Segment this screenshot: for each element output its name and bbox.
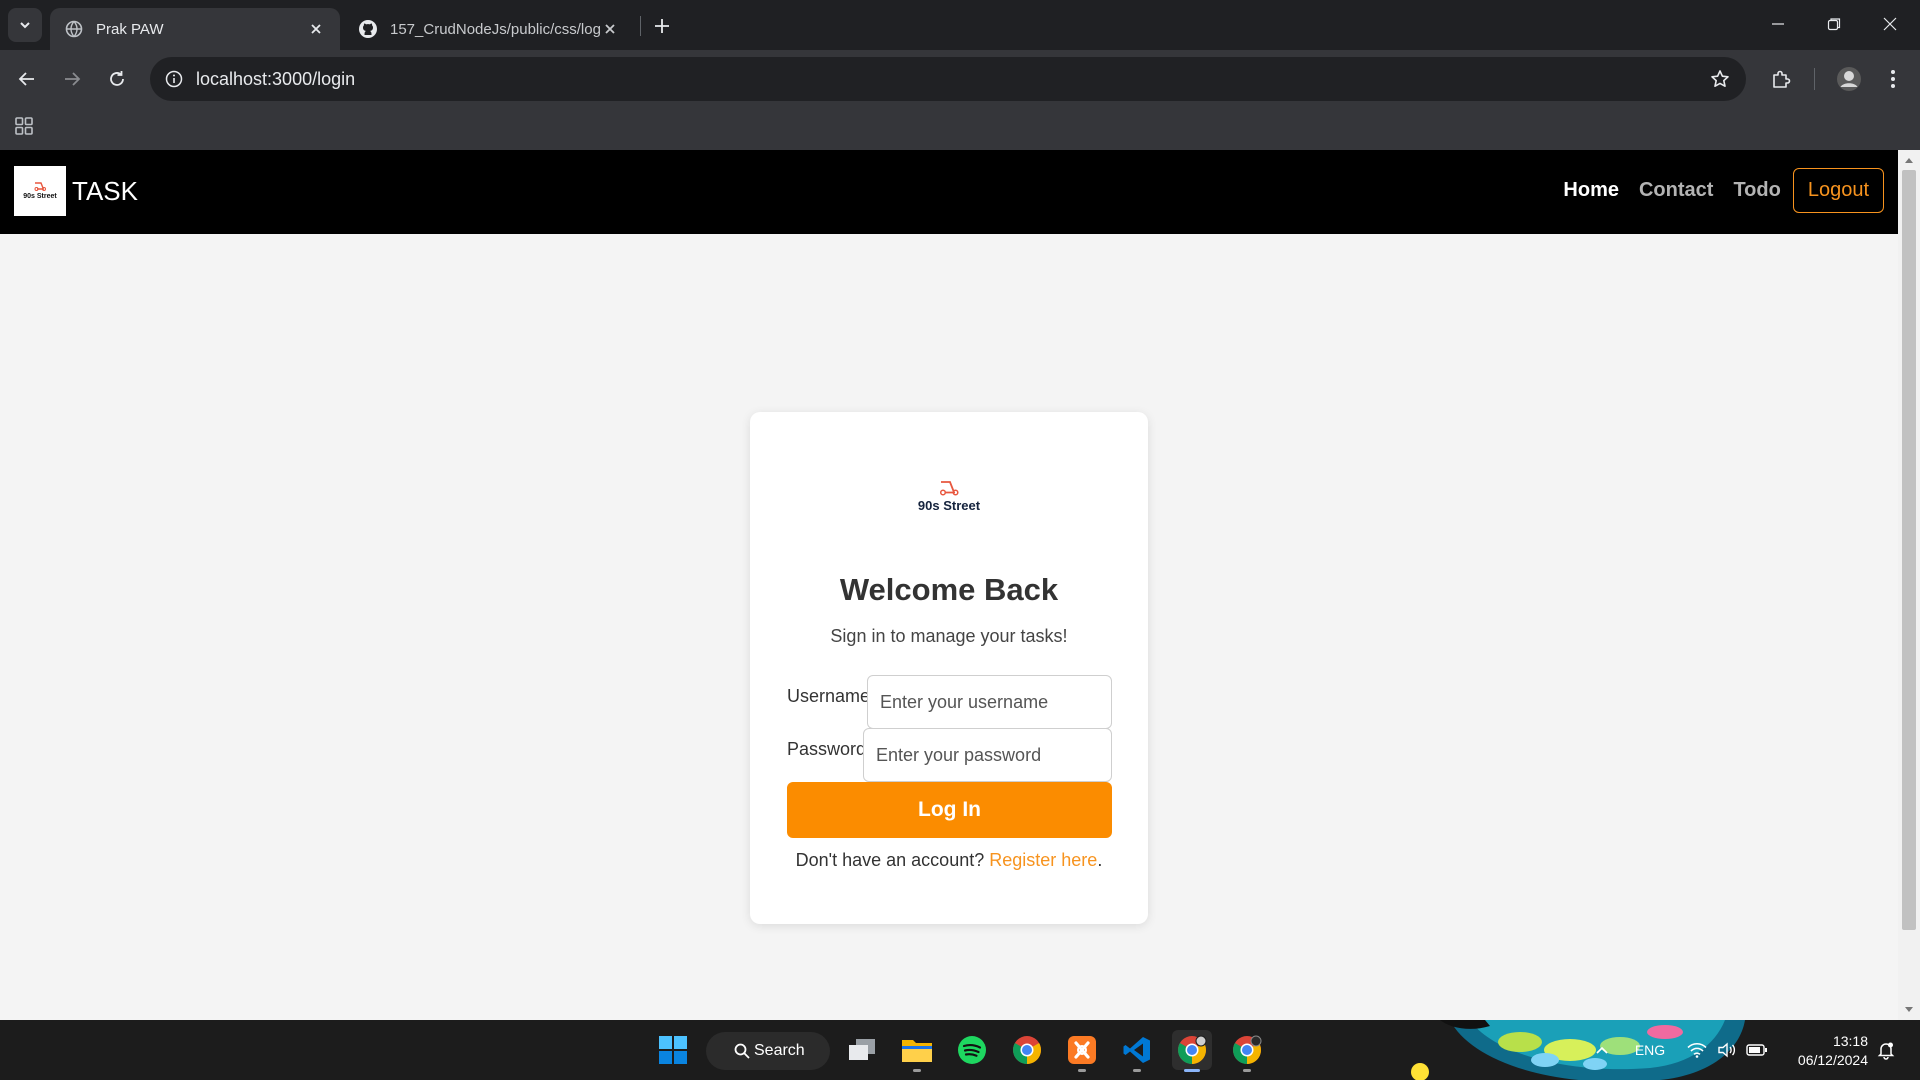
plus-icon xyxy=(655,19,669,33)
login-subtitle: Sign in to manage your tasks! xyxy=(830,626,1068,646)
scroll-up-arrow-icon[interactable] xyxy=(1903,154,1915,166)
password-label: Password xyxy=(787,739,867,759)
language-indicator[interactable]: ENG xyxy=(1628,1034,1672,1066)
nav-links: Home Contact Todo Logout xyxy=(1543,166,1884,214)
register-link[interactable]: Register here xyxy=(989,850,1097,870)
brand-logo-text: 90s Street xyxy=(23,193,57,200)
close-window-button[interactable] xyxy=(1862,0,1918,48)
password-input[interactable] xyxy=(863,728,1112,782)
task-view-icon[interactable] xyxy=(842,1030,882,1070)
tab-divider xyxy=(640,16,641,36)
minimize-button[interactable] xyxy=(1750,0,1806,48)
running-indicator xyxy=(1243,1069,1251,1072)
register-prompt: Don't have an account? Register here. xyxy=(750,850,1148,871)
search-icon xyxy=(734,1043,750,1059)
login-button[interactable]: Log In xyxy=(787,782,1112,838)
avatar-icon xyxy=(1837,67,1861,91)
vscode-icon[interactable] xyxy=(1117,1030,1157,1072)
reload-button[interactable] xyxy=(100,62,134,96)
brand-logo[interactable]: 90s Street xyxy=(14,166,66,216)
nav-link-contact[interactable]: Contact xyxy=(1639,179,1713,202)
scrollbar-thumb[interactable] xyxy=(1902,170,1916,930)
chevron-down-icon xyxy=(20,22,30,29)
taskbar-search[interactable]: Search xyxy=(706,1032,830,1070)
apps-grid-icon[interactable] xyxy=(14,116,34,136)
web-page: 90s Street TASK Home Contact Todo Logout… xyxy=(0,150,1898,1020)
browser-tab-strip: Prak PAW 157_CrudNodeJs/public/css/log xyxy=(0,0,1920,50)
reload-icon xyxy=(110,71,124,86)
url-text: localhost:3000/login xyxy=(196,69,356,89)
clock-time: 13:18 xyxy=(1832,1033,1868,1049)
running-indicator xyxy=(1184,1069,1200,1072)
puzzle-icon xyxy=(1773,70,1791,88)
scooter-logo-icon xyxy=(34,182,46,191)
wifi-icon[interactable] xyxy=(1684,1034,1710,1066)
brand-name[interactable]: TASK xyxy=(72,176,138,207)
tab-search-button[interactable] xyxy=(8,8,42,42)
tab-github[interactable]: 157_CrudNodeJs/public/css/log xyxy=(344,8,634,50)
restore-button[interactable] xyxy=(1806,0,1862,48)
show-hidden-icons-icon[interactable] xyxy=(1590,1034,1614,1066)
spotify-icon[interactable] xyxy=(952,1030,992,1070)
arrow-right-icon xyxy=(65,72,81,86)
site-info-icon[interactable] xyxy=(158,63,190,95)
login-logo: 90s Street xyxy=(750,480,1148,513)
tab-title: 157_CrudNodeJs/public/css/log xyxy=(390,20,600,38)
system-clock[interactable]: 13:18 06/12/2024 xyxy=(1780,1032,1868,1070)
running-indicator xyxy=(1078,1069,1086,1072)
running-indicator xyxy=(913,1069,921,1072)
site-navbar: 90s Street TASK Home Contact Todo Logout xyxy=(0,150,1898,234)
toolbar-divider xyxy=(1814,68,1815,90)
scroll-down-arrow-icon[interactable] xyxy=(1903,1004,1915,1016)
bookmark-star-icon[interactable] xyxy=(1706,65,1734,93)
windows-taskbar: Search ENG 13:18 06/12/2024 xyxy=(0,1020,1920,1080)
close-tab-icon[interactable] xyxy=(306,19,326,39)
login-card: 90s Street Welcome Back Sign in to manag… xyxy=(750,412,1148,924)
chrome-profile-icon[interactable] xyxy=(1227,1030,1267,1072)
github-icon xyxy=(358,19,378,39)
arrow-left-icon xyxy=(18,72,34,86)
page-scrollbar[interactable] xyxy=(1898,150,1920,1020)
register-prompt-text: Don't have an account? xyxy=(795,850,985,870)
clock-date: 06/12/2024 xyxy=(1797,1052,1868,1068)
address-bar[interactable]: localhost:3000/login xyxy=(150,57,1746,101)
new-tab-button[interactable] xyxy=(648,12,676,40)
tab-prak-paw[interactable]: Prak PAW xyxy=(50,8,340,50)
browser-toolbar: localhost:3000/login xyxy=(0,50,1920,108)
search-label: Search xyxy=(754,1042,805,1059)
globe-icon xyxy=(64,19,84,39)
scooter-logo-icon xyxy=(939,481,959,496)
chrome-icon[interactable] xyxy=(1007,1030,1047,1070)
chrome-profile-icon[interactable] xyxy=(1172,1030,1212,1072)
volume-icon[interactable] xyxy=(1714,1034,1740,1066)
profile-avatar[interactable] xyxy=(1832,62,1866,96)
minimize-icon xyxy=(1772,23,1784,25)
back-button[interactable] xyxy=(10,62,44,96)
close-icon xyxy=(1883,17,1897,31)
restore-icon xyxy=(1827,18,1841,31)
username-label: Username xyxy=(787,686,871,706)
more-vertical-icon xyxy=(1891,70,1895,88)
tab-title: Prak PAW xyxy=(96,20,164,38)
battery-icon[interactable] xyxy=(1744,1034,1770,1066)
close-tab-icon[interactable] xyxy=(600,19,620,39)
register-suffix: . xyxy=(1097,850,1103,870)
bookmarks-bar xyxy=(0,108,1920,150)
username-input[interactable] xyxy=(867,675,1112,729)
running-indicator xyxy=(1133,1069,1141,1072)
nav-link-todo[interactable]: Todo xyxy=(1733,179,1780,202)
windows-start-icon[interactable] xyxy=(653,1030,693,1070)
login-title: Welcome Back xyxy=(839,572,1059,607)
logout-button[interactable]: Logout xyxy=(1792,167,1884,213)
nav-link-home[interactable]: Home xyxy=(1563,179,1619,202)
xampp-icon[interactable] xyxy=(1062,1030,1102,1072)
extensions-button[interactable] xyxy=(1764,62,1798,96)
notification-bell-icon[interactable] xyxy=(1876,1040,1896,1060)
login-logo-text: 90s Street xyxy=(917,498,981,513)
forward-button[interactable] xyxy=(55,62,89,96)
file-explorer-icon[interactable] xyxy=(897,1030,937,1072)
browser-menu-button[interactable] xyxy=(1876,62,1910,96)
